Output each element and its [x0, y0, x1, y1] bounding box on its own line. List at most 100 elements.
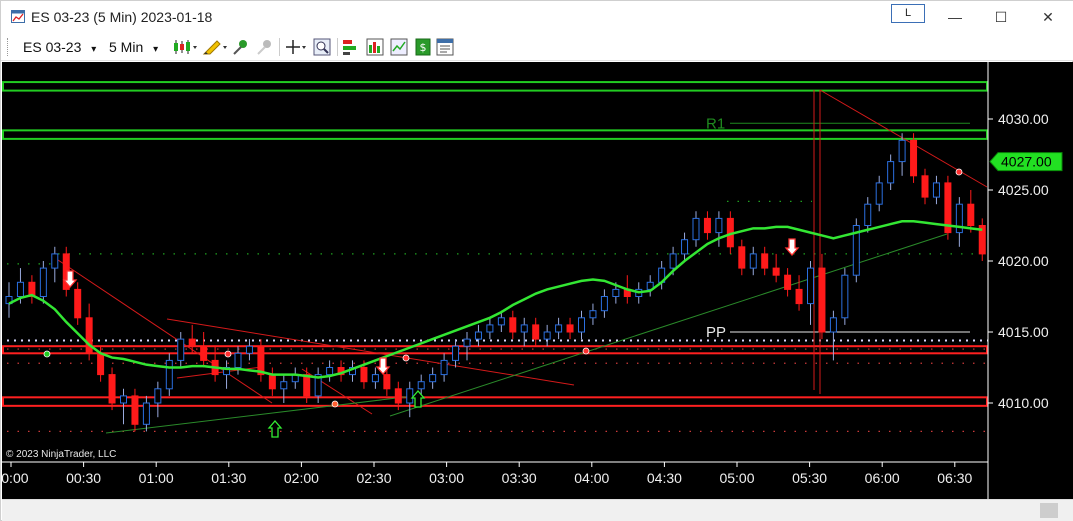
execution-marker[interactable]	[224, 350, 232, 358]
execution-marker[interactable]	[582, 347, 590, 355]
candle[interactable]	[200, 332, 208, 368]
candle[interactable]	[474, 324, 482, 347]
candle[interactable]	[142, 395, 150, 432]
candle[interactable]	[578, 310, 585, 340]
candle[interactable]	[463, 332, 471, 361]
candle[interactable]	[131, 388, 139, 432]
candle[interactable]	[841, 268, 849, 325]
candle[interactable]	[211, 346, 219, 382]
candle[interactable]	[772, 253, 780, 283]
minimize-button[interactable]: —	[932, 3, 978, 31]
chart-properties-icon[interactable]	[389, 37, 409, 57]
candle[interactable]	[589, 303, 597, 325]
candle[interactable]	[28, 275, 36, 304]
toolbar-grip[interactable]	[7, 38, 11, 56]
crosshair-icon[interactable]	[284, 37, 308, 57]
trade-icon[interactable]: $	[413, 37, 433, 57]
scrollbar-thumb[interactable]	[1040, 503, 1058, 518]
candle[interactable]	[280, 374, 288, 403]
resistance-zone[interactable]	[2, 81, 988, 92]
candle[interactable]	[852, 218, 860, 283]
data-box-icon[interactable]	[435, 37, 455, 57]
candle[interactable]	[108, 367, 116, 411]
execution-marker[interactable]	[955, 168, 963, 176]
link-button[interactable]: L	[891, 4, 925, 23]
support-zone[interactable]	[2, 396, 988, 407]
candle[interactable]	[486, 317, 494, 340]
candle[interactable]	[944, 175, 952, 240]
zoom-icon[interactable]	[312, 37, 332, 57]
sell-signal-arrow[interactable]	[784, 238, 800, 256]
strategies-icon[interactable]	[341, 37, 361, 57]
candle[interactable]	[291, 367, 299, 389]
maximize-button[interactable]: ☐	[978, 3, 1024, 31]
trend-line[interactable]	[105, 394, 423, 434]
candle[interactable]	[967, 190, 975, 233]
candle[interactable]	[555, 317, 563, 340]
candle[interactable]	[188, 324, 196, 354]
candle[interactable]	[543, 324, 551, 347]
title-bar[interactable]: ES 03-23 (5 Min) 2023-01-18 L — ☐ ✕	[1, 1, 1073, 33]
buy-signal-arrow[interactable]	[410, 390, 426, 408]
candle[interactable]	[509, 310, 517, 340]
support-zone[interactable]	[2, 345, 988, 355]
candle[interactable]	[532, 317, 540, 347]
bar-type-icon[interactable]	[172, 37, 198, 57]
candle[interactable]	[177, 332, 185, 368]
candle[interactable]	[784, 268, 792, 297]
drawing-tool-icon[interactable]	[201, 37, 229, 57]
candle[interactable]	[932, 175, 940, 205]
candle[interactable]	[268, 367, 276, 396]
candle[interactable]	[429, 367, 437, 389]
candle[interactable]	[566, 317, 574, 340]
candle[interactable]	[955, 197, 963, 247]
candle[interactable]	[978, 218, 986, 261]
candle[interactable]	[795, 275, 803, 311]
candle[interactable]	[887, 154, 895, 191]
candle[interactable]	[85, 303, 93, 361]
candle[interactable]	[5, 282, 13, 318]
candle-body-up	[406, 388, 414, 404]
candle[interactable]	[371, 367, 379, 389]
candle[interactable]	[921, 168, 929, 205]
candle[interactable]	[154, 381, 162, 418]
candle[interactable]	[223, 360, 231, 389]
interval-selector[interactable]: 5 Min ▾	[109, 39, 158, 55]
candle[interactable]	[406, 381, 414, 418]
candle[interactable]	[692, 211, 700, 247]
candle[interactable]	[749, 246, 757, 276]
candle[interactable]	[165, 353, 173, 396]
candle[interactable]	[245, 339, 253, 361]
pin-icon[interactable]	[231, 37, 251, 57]
horizontal-scrollbar[interactable]	[2, 499, 1073, 521]
buy-signal-arrow[interactable]	[267, 420, 283, 438]
candle[interactable]	[646, 275, 654, 297]
candle[interactable]	[681, 232, 689, 261]
candle[interactable]	[738, 239, 746, 276]
price-chart-canvas[interactable]: R1 PP 4030.00 4025.00 4020.00 4015.00 4010.00 4…	[2, 62, 1073, 499]
candle[interactable]	[326, 360, 334, 382]
resistance-zone[interactable]	[2, 129, 988, 140]
execution-marker[interactable]	[331, 400, 339, 408]
candle[interactable]	[51, 246, 59, 283]
candle[interactable]	[875, 175, 883, 212]
candle[interactable]	[440, 353, 448, 382]
candle[interactable]	[807, 261, 814, 325]
candle[interactable]	[910, 133, 918, 183]
instrument-selector[interactable]: ES 03-23 ▾	[23, 39, 96, 55]
price-chart[interactable]: R1 PP 4030.00 4025.00 4020.00 4015.00 4010.00 4…	[2, 62, 1073, 499]
execution-marker[interactable]	[402, 354, 410, 362]
candle[interactable]	[761, 246, 769, 276]
candle[interactable]	[39, 261, 47, 304]
candle[interactable]	[520, 317, 528, 347]
close-button[interactable]: ✕	[1025, 3, 1071, 31]
pin-disabled-icon[interactable]	[255, 37, 275, 57]
candle[interactable]	[452, 339, 460, 368]
execution-marker[interactable]	[43, 350, 51, 358]
candle[interactable]	[864, 197, 872, 233]
candle[interactable]	[703, 211, 711, 240]
candle[interactable]	[74, 282, 82, 325]
candle[interactable]	[600, 289, 608, 318]
indicators-icon[interactable]	[365, 37, 385, 57]
candle[interactable]	[715, 211, 723, 247]
